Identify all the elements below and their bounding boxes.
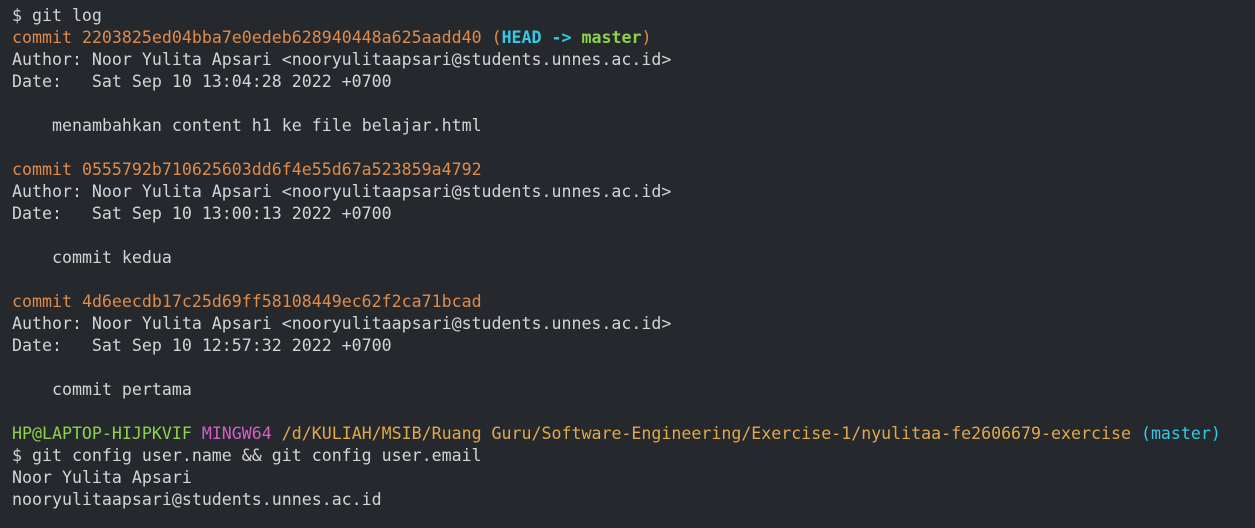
commit-author: Author: Noor Yulita Apsari <nooryulitaap…: [12, 314, 672, 333]
commit-date: Date: Sat Sep 10 13:00:13 2022 +0700: [12, 204, 392, 223]
prompt-user-host: HP@LAPTOP-HIJPKVIF: [12, 424, 192, 443]
ref-arrow: ->: [551, 28, 572, 47]
commit-label: commit: [12, 292, 72, 311]
head-ref: HEAD: [501, 28, 542, 47]
commit-hash: 0555792b710625603dd6f4e55d67a523859a4792: [81, 160, 482, 179]
branch-ref: master: [581, 28, 642, 47]
commit-message: commit kedua: [52, 248, 172, 267]
commit-hash: 4d6eecdb17c25d69ff58108449ec62f2ca71bcad: [81, 292, 482, 311]
shell-prompt: HP@LAPTOP-HIJPKVIF MINGW64 /d/KULIAH/MSI…: [12, 423, 1255, 445]
commit-hash: 2203825ed04bba7e0edeb628940448a625aadd40: [81, 28, 482, 47]
commit-message: commit pertama: [52, 380, 192, 399]
commit-header: commit 0555792b710625603dd6f4e55d67a5238…: [12, 159, 1255, 181]
command-text: $ git config user.name && git config use…: [12, 446, 482, 465]
commit-date: Date: Sat Sep 10 13:04:28 2022 +0700: [12, 72, 392, 91]
command-text: $ git log: [12, 6, 102, 25]
output-user-email: nooryulitaapsari@students.unnes.ac.id: [12, 490, 382, 509]
command-line-git-log: $ git log: [12, 5, 1255, 27]
prompt-branch: (master): [1140, 424, 1221, 443]
terminal-window[interactable]: $ git log commit 2203825ed04bba7e0edeb62…: [0, 0, 1255, 528]
commit-author: Author: Noor Yulita Apsari <nooryulitaap…: [12, 50, 672, 69]
commit-date: Date: Sat Sep 10 12:57:32 2022 +0700: [12, 336, 392, 355]
commit-message: menambahkan content h1 ke file belajar.h…: [52, 116, 482, 135]
commit-header: commit 4d6eecdb17c25d69ff58108449ec62f2c…: [12, 291, 1255, 313]
output-user-name: Noor Yulita Apsari: [12, 468, 192, 487]
prompt-env: MINGW64: [201, 424, 272, 443]
commit-author: Author: Noor Yulita Apsari <nooryulitaap…: [12, 182, 672, 201]
commit-label: commit: [12, 160, 72, 179]
commit-label: commit: [12, 28, 72, 47]
commit-header: commit 2203825ed04bba7e0edeb628940448a62…: [12, 28, 652, 47]
command-line-config[interactable]: $ git config user.name && git config use…: [12, 445, 1255, 467]
prompt-path: /d/KULIAH/MSIB/Ruang Guru/Software-Engin…: [281, 424, 1131, 443]
